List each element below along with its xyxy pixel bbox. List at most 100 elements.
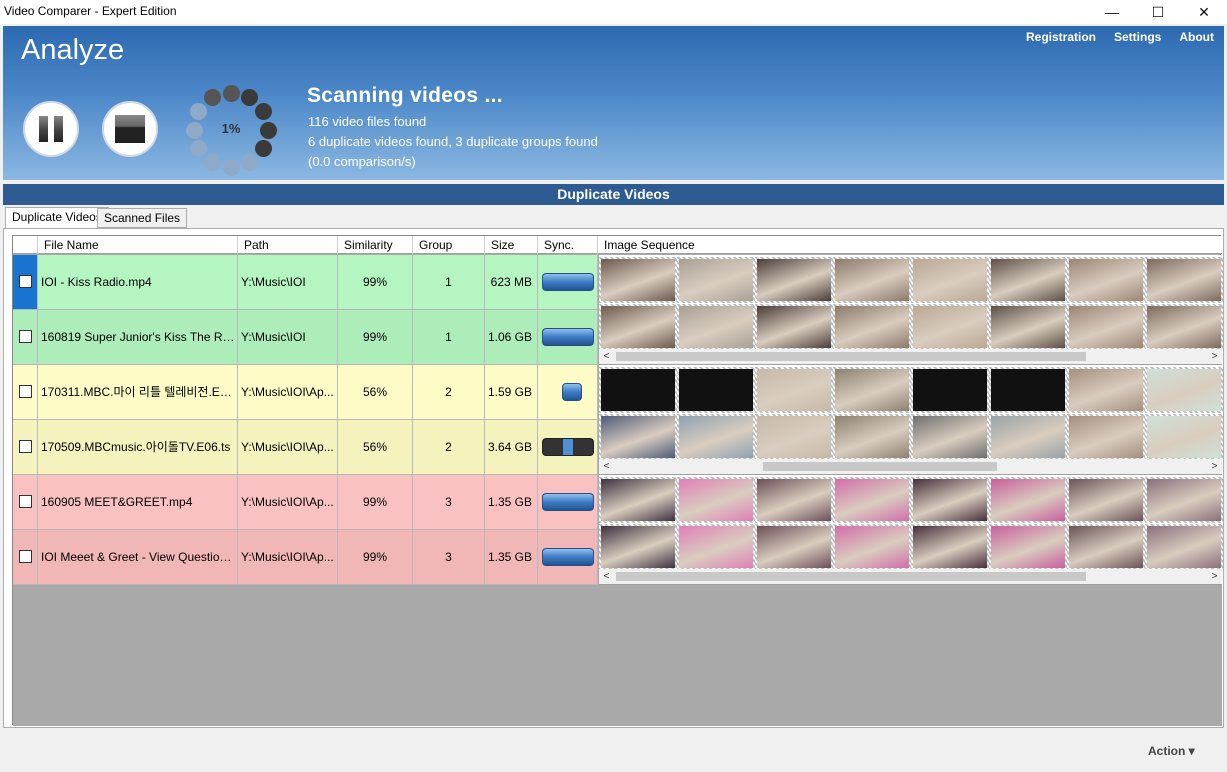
row-checkbox[interactable]: [19, 495, 32, 508]
about-link[interactable]: About: [1179, 30, 1214, 44]
video-thumbnail[interactable]: [989, 257, 1067, 303]
video-thumbnail[interactable]: [989, 304, 1067, 350]
video-thumbnail[interactable]: [1145, 367, 1223, 413]
video-thumbnail[interactable]: [755, 367, 833, 413]
video-thumbnail[interactable]: [1067, 477, 1145, 523]
row-checkbox[interactable]: [19, 440, 32, 453]
video-thumbnail[interactable]: [989, 524, 1067, 570]
video-thumbnail[interactable]: [1067, 304, 1145, 350]
video-thumbnail[interactable]: [755, 257, 833, 303]
video-thumbnail[interactable]: [677, 304, 755, 350]
col-image-sequence[interactable]: Image Sequence: [598, 236, 1222, 254]
video-thumbnail[interactable]: [911, 414, 989, 460]
video-thumbnail[interactable]: [1067, 257, 1145, 303]
col-path[interactable]: Path: [238, 236, 338, 254]
video-thumbnail[interactable]: [911, 304, 989, 350]
scroll-right-icon[interactable]: >: [1207, 349, 1222, 364]
table-row[interactable]: IOI - Kiss Radio.mp4 Y:\Music\IOI 99% 1 …: [13, 255, 598, 310]
pause-button[interactable]: [23, 101, 79, 157]
video-thumbnail[interactable]: [677, 477, 755, 523]
sequence-scrollbar[interactable]: < >: [599, 349, 1222, 364]
scroll-right-icon[interactable]: >: [1207, 459, 1222, 474]
col-similarity[interactable]: Similarity: [338, 236, 413, 254]
table-row[interactable]: 170509.MBCmusic.아이돌TV.E06.ts Y:\Music\IO…: [13, 420, 598, 475]
row-checkbox-cell[interactable]: [13, 255, 38, 309]
scroll-thumb[interactable]: [616, 572, 1086, 581]
scroll-left-icon[interactable]: <: [599, 349, 614, 364]
video-thumbnail[interactable]: [755, 477, 833, 523]
video-thumbnail[interactable]: [911, 257, 989, 303]
minimize-icon[interactable]: —: [1089, 0, 1135, 24]
row-checkbox-cell[interactable]: [13, 310, 38, 364]
video-thumbnail[interactable]: [989, 367, 1067, 413]
row-checkbox-cell[interactable]: [13, 365, 38, 419]
video-thumbnail[interactable]: [677, 414, 755, 460]
row-checkbox-cell[interactable]: [13, 475, 38, 529]
image-sequence-group-1: < >: [599, 255, 1223, 365]
video-thumbnail[interactable]: [911, 477, 989, 523]
file-name: 160905 MEET&GREET.mp4: [38, 475, 238, 529]
row-checkbox[interactable]: [19, 385, 32, 398]
video-thumbnail[interactable]: [677, 367, 755, 413]
registration-link[interactable]: Registration: [1026, 30, 1096, 44]
col-file-name[interactable]: File Name: [38, 236, 238, 254]
action-menu-button[interactable]: Action ▾: [1148, 744, 1195, 758]
video-thumbnail[interactable]: [833, 257, 911, 303]
scroll-right-icon[interactable]: >: [1207, 569, 1222, 584]
video-thumbnail[interactable]: [1145, 414, 1223, 460]
table-row[interactable]: IOI Meeet & Greet - View Questions.mp4 Y…: [13, 530, 598, 585]
video-thumbnail[interactable]: [989, 477, 1067, 523]
scroll-left-icon[interactable]: <: [599, 569, 614, 584]
row-checkbox[interactable]: [19, 550, 32, 563]
tab-duplicate-videos[interactable]: Duplicate Videos: [5, 207, 109, 229]
video-thumbnail[interactable]: [1145, 257, 1223, 303]
row-checkbox[interactable]: [19, 330, 32, 343]
row-checkbox[interactable]: [19, 275, 32, 288]
video-thumbnail[interactable]: [833, 414, 911, 460]
video-thumbnail[interactable]: [1145, 477, 1223, 523]
video-thumbnail[interactable]: [1145, 304, 1223, 350]
col-group[interactable]: Group: [413, 236, 485, 254]
stop-button[interactable]: [102, 101, 158, 157]
col-sync[interactable]: Sync.: [538, 236, 598, 254]
sequence-scrollbar[interactable]: < >: [599, 569, 1222, 584]
video-thumbnail[interactable]: [599, 477, 677, 523]
video-thumbnail[interactable]: [1145, 524, 1223, 570]
close-icon[interactable]: ✕: [1181, 0, 1227, 24]
video-thumbnail[interactable]: [1067, 524, 1145, 570]
file-path: Y:\Music\IOI\Ap...: [238, 420, 338, 474]
maximize-icon[interactable]: ☐: [1135, 0, 1181, 24]
col-size[interactable]: Size: [485, 236, 538, 254]
scroll-left-icon[interactable]: <: [599, 459, 614, 474]
video-thumbnail[interactable]: [911, 367, 989, 413]
scroll-thumb[interactable]: [763, 462, 997, 471]
video-thumbnail[interactable]: [989, 414, 1067, 460]
video-thumbnail[interactable]: [833, 367, 911, 413]
video-thumbnail[interactable]: [677, 524, 755, 570]
video-thumbnail[interactable]: [833, 477, 911, 523]
video-thumbnail[interactable]: [1067, 414, 1145, 460]
video-thumbnail[interactable]: [833, 304, 911, 350]
video-thumbnail[interactable]: [755, 304, 833, 350]
row-checkbox-cell[interactable]: [13, 530, 38, 584]
video-thumbnail[interactable]: [599, 524, 677, 570]
video-thumbnail[interactable]: [1067, 367, 1145, 413]
video-thumbnail[interactable]: [599, 414, 677, 460]
video-thumbnail[interactable]: [599, 367, 677, 413]
video-thumbnail[interactable]: [755, 524, 833, 570]
results-panel: File Name Path Similarity Group Size Syn…: [3, 228, 1224, 728]
tab-scanned-files[interactable]: Scanned Files: [97, 208, 188, 228]
settings-link[interactable]: Settings: [1114, 30, 1161, 44]
video-thumbnail[interactable]: [755, 414, 833, 460]
video-thumbnail[interactable]: [599, 304, 677, 350]
scroll-thumb[interactable]: [616, 352, 1086, 361]
table-row[interactable]: 160905 MEET&GREET.mp4 Y:\Music\IOI\Ap...…: [13, 475, 598, 530]
row-checkbox-cell[interactable]: [13, 420, 38, 474]
video-thumbnail[interactable]: [599, 257, 677, 303]
video-thumbnail[interactable]: [911, 524, 989, 570]
video-thumbnail[interactable]: [833, 524, 911, 570]
video-thumbnail[interactable]: [677, 257, 755, 303]
sequence-scrollbar[interactable]: < >: [599, 459, 1222, 474]
table-row[interactable]: 160819 Super Junior's Kiss The Radio ...…: [13, 310, 598, 365]
table-row[interactable]: 170311.MBC.마이 리틀 텔레비전.E90... Y:\Music\IO…: [13, 365, 598, 420]
